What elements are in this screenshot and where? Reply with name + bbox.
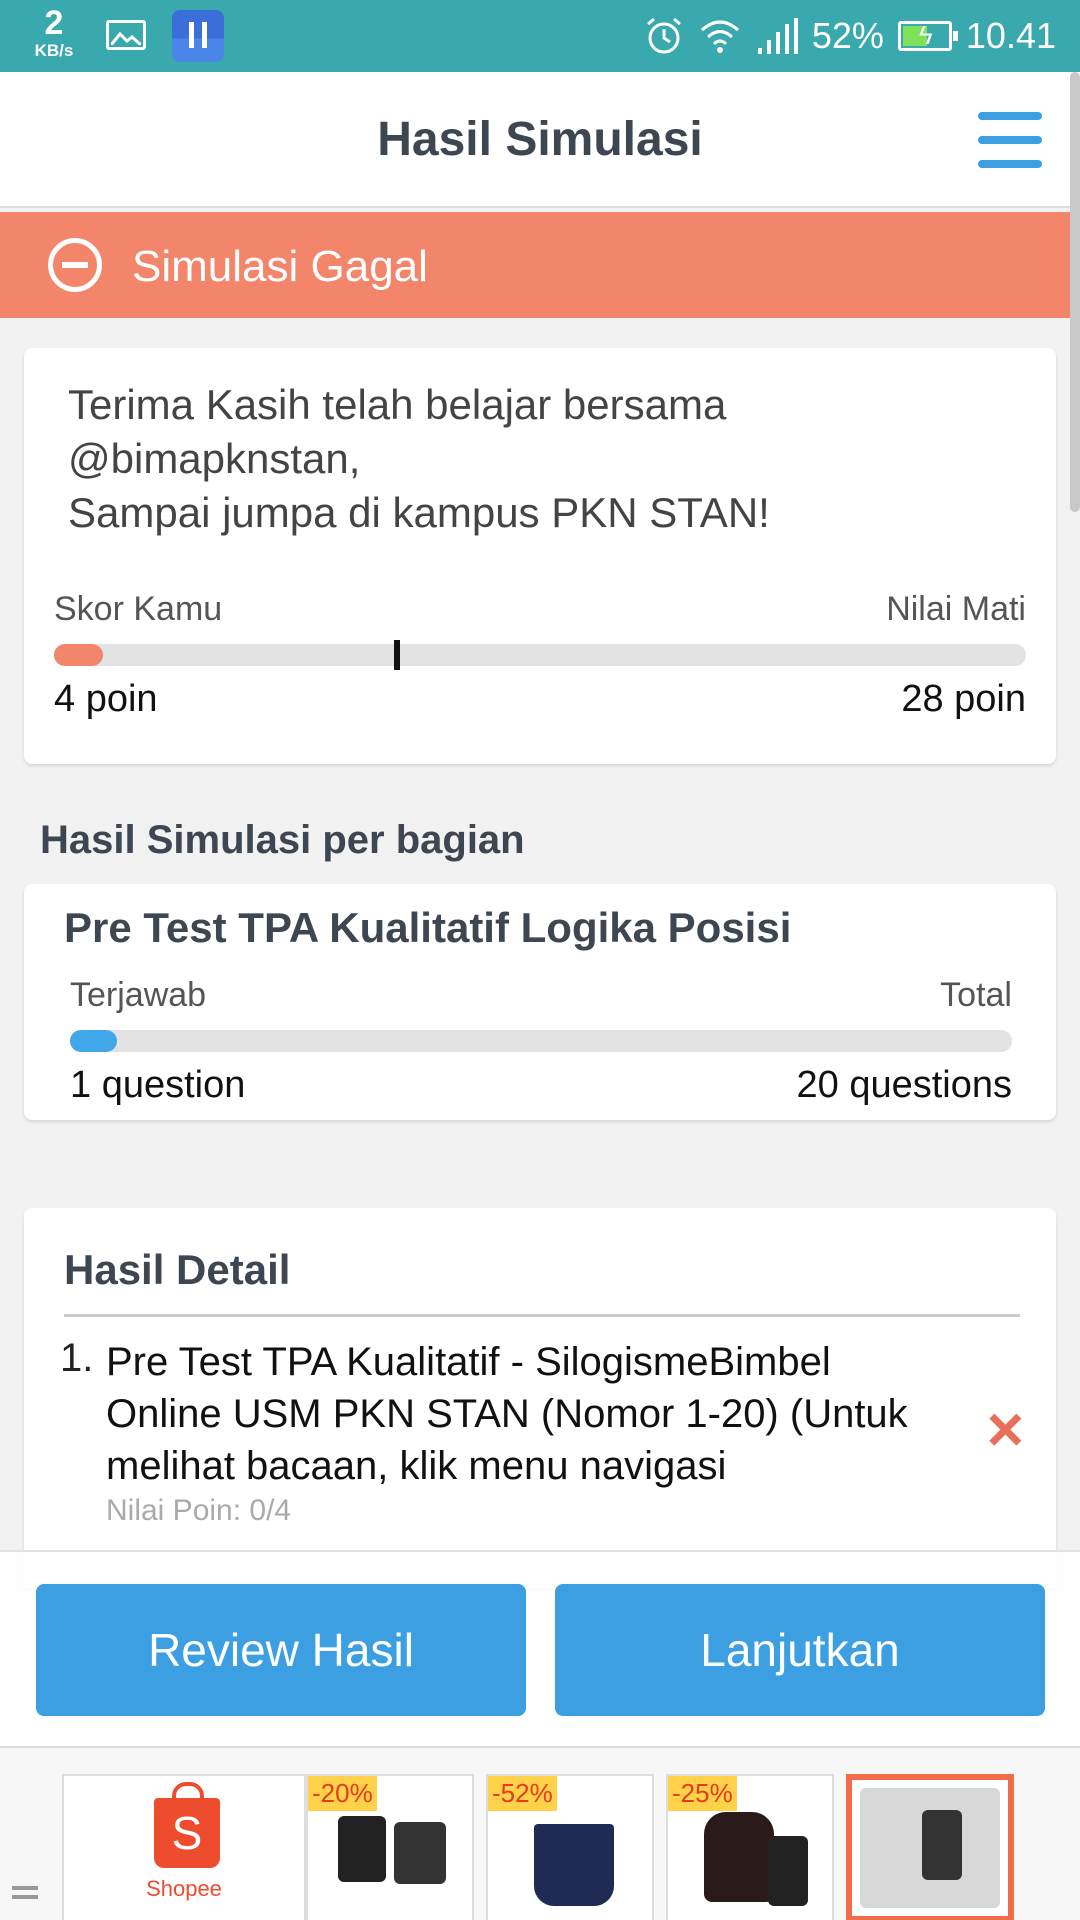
shopee-logo[interactable]: S Shopee <box>62 1774 306 1920</box>
ad-product-tote[interactable]: -52% <box>486 1774 654 1920</box>
passing-value: 28 poin <box>901 678 1026 720</box>
ad-menu-icon[interactable] <box>12 1886 38 1904</box>
shopee-bag-icon: S <box>154 1782 220 1868</box>
part-card: Pre Test TPA Kualitatif Logika Posisi Te… <box>24 884 1056 1120</box>
wifi-icon <box>700 20 739 53</box>
part-title: Pre Test TPA Kualitatif Logika Posisi <box>64 904 792 951</box>
signal-icon <box>757 18 798 54</box>
total-label: Total <box>940 976 1012 1014</box>
section-title: Hasil Simulasi per bagian <box>40 818 525 862</box>
network-speed-unit: KB/s <box>34 41 74 60</box>
score-bar-fill <box>54 644 103 666</box>
fail-banner-text: Simulasi Gagal <box>132 242 428 291</box>
app-notification-icon <box>172 10 224 62</box>
total-value: 20 questions <box>796 1064 1013 1106</box>
clock: 10.41 <box>965 15 1056 56</box>
answered-value: 1 question <box>70 1064 246 1106</box>
battery-percent: 52% <box>811 15 884 56</box>
action-bar: Review Hasil Lanjutkan <box>0 1550 1080 1746</box>
minus-circle-icon <box>48 238 102 292</box>
score-label: Skor Kamu <box>54 590 223 628</box>
status-bar: 2 KB/s 52% ϟ 10.41 <box>0 0 1080 72</box>
discount-badge: -20% <box>308 1776 377 1811</box>
network-speed: 2 KB/s <box>24 6 84 59</box>
gallery-notification-icon <box>106 20 146 50</box>
divider <box>64 1314 1020 1317</box>
score-value: 4 poin <box>54 678 158 720</box>
answered-bar-fill <box>70 1030 118 1052</box>
scrollbar[interactable] <box>1070 72 1080 512</box>
passing-label: Nilai Mati <box>886 590 1026 628</box>
wrong-answer-icon: × <box>986 1393 1024 1465</box>
ad-product-device[interactable] <box>846 1774 1014 1920</box>
ad-product-bags[interactable]: -20% <box>306 1774 474 1920</box>
answered-label: Terjawab <box>70 976 207 1014</box>
score-bar <box>54 640 1026 670</box>
ad-banner[interactable]: S Shopee -20% -52% -25% <box>0 1746 1080 1920</box>
network-speed-value: 2 <box>44 4 64 42</box>
fail-banner: Simulasi Gagal <box>0 212 1080 318</box>
alarm-icon <box>646 17 681 54</box>
discount-badge: -25% <box>668 1776 737 1811</box>
detail-title: Hasil Detail <box>64 1246 291 1293</box>
detail-item-text[interactable]: Pre Test TPA Kualitatif - SilogismeBimbe… <box>106 1336 926 1492</box>
score-card: Terima Kasih telah belajar bersama @bima… <box>24 348 1056 764</box>
detail-item-points: Nilai Poin: 0/4 <box>106 1494 292 1527</box>
status-right: 52% ϟ 10.41 <box>644 14 1056 58</box>
shopee-brand-text: Shopee <box>146 1876 222 1901</box>
answered-bar <box>70 1030 1012 1052</box>
ad-product-backpack[interactable]: -25% <box>666 1774 834 1920</box>
discount-badge: -52% <box>488 1776 557 1811</box>
review-button[interactable]: Review Hasil <box>36 1584 526 1716</box>
app-header: Hasil Simulasi <box>0 72 1080 208</box>
detail-item-number: 1. <box>60 1336 94 1380</box>
page-title: Hasil Simulasi <box>377 113 703 166</box>
passing-marker <box>394 640 401 670</box>
thanks-message: Terima Kasih telah belajar bersama @bima… <box>68 381 770 536</box>
continue-button[interactable]: Lanjutkan <box>555 1584 1045 1716</box>
battery-icon: ϟ <box>897 20 958 51</box>
hamburger-menu-icon[interactable] <box>978 112 1042 168</box>
detail-card: Hasil Detail 1. Pre Test TPA Kualitatif … <box>24 1208 1056 1588</box>
